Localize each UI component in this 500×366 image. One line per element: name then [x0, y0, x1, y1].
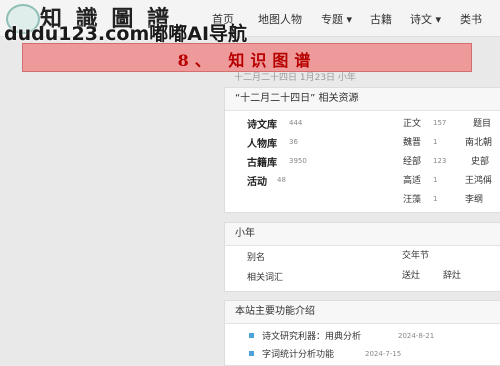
library-count-people: 36: [289, 138, 298, 146]
detail-text[interactable]: 经部: [403, 154, 421, 167]
detail-count: 1: [433, 195, 438, 203]
feature-item-date: 2024-8-21: [398, 332, 435, 340]
library-label-classics[interactable]: 古籍库: [247, 154, 277, 169]
detail-count: 157: [433, 119, 447, 127]
detail-extra[interactable]: 李纲: [465, 192, 483, 205]
feature-item-title[interactable]: 字词统计分析功能: [262, 347, 334, 360]
bullet-icon: [249, 333, 254, 338]
related-words-label: 相关词汇: [247, 273, 284, 283]
xiaonian-panel: 小年 别名 交年节 相关词汇 送灶 辞灶: [224, 222, 500, 292]
detail-count: 1: [433, 138, 438, 146]
detail-extra[interactable]: 史部: [471, 154, 489, 167]
nav-item-classics[interactable]: 古籍: [370, 11, 392, 27]
alias-value[interactable]: 交年节: [402, 248, 429, 261]
title-banner: 8、 知识图谱: [22, 43, 472, 72]
detail-text[interactable]: 高适: [403, 173, 421, 186]
xiaonian-title: 小年: [225, 223, 500, 246]
detail-text[interactable]: 正文: [403, 116, 421, 129]
detail-extra[interactable]: 南北朝: [465, 135, 492, 148]
detail-count: 1: [433, 176, 438, 184]
related-resources-panel: “十二月二十四日” 相关资源 诗文库 444 人物库 36 古籍库 3950 活…: [224, 87, 500, 213]
nav-item-topics[interactable]: 专题 ▾: [321, 11, 352, 27]
library-count-poetry: 444: [289, 119, 303, 127]
alias-label: 别名: [247, 253, 266, 263]
banner-title: 8、 知识图谱: [177, 51, 317, 70]
library-label-activities[interactable]: 活动: [247, 173, 267, 188]
library-count-classics: 3950: [289, 157, 307, 165]
detail-text[interactable]: 魏晋: [403, 135, 421, 148]
detail-count: 123: [433, 157, 447, 165]
features-panel: 本站主要功能介绍 诗文研究利器：用典分析 2024-8-21 字词统计分析功能 …: [224, 300, 500, 366]
bullet-icon: [249, 351, 254, 356]
library-label-people[interactable]: 人物库: [247, 135, 277, 150]
date-line: 十二月二十四日 1月23日 小年: [234, 73, 356, 83]
watermark-text: dudu123.com嘟嘟AI导航: [4, 23, 248, 45]
detail-extra[interactable]: 题目: [473, 116, 491, 129]
feature-item-title[interactable]: 诗文研究利器：用典分析: [262, 329, 361, 342]
detail-extra[interactable]: 王鸿偁: [465, 173, 492, 186]
library-count-activities: 48: [277, 176, 286, 184]
nav-item-poetry[interactable]: 诗文 ▾: [410, 11, 441, 27]
related-resources-title: “十二月二十四日” 相关资源: [225, 88, 500, 111]
library-label-poetry[interactable]: 诗文库: [247, 116, 277, 131]
feature-item-date: 2024-7-15: [365, 350, 402, 358]
related-word[interactable]: 送灶: [402, 268, 420, 281]
nav-item-encyclopedia[interactable]: 类书: [460, 11, 482, 27]
nav-item-map[interactable]: 地图: [258, 11, 280, 27]
related-word[interactable]: 辞灶: [443, 268, 461, 281]
nav-item-people[interactable]: 人物: [280, 11, 302, 27]
features-title: 本站主要功能介绍: [225, 301, 500, 324]
detail-text[interactable]: 汪藻: [403, 192, 421, 205]
